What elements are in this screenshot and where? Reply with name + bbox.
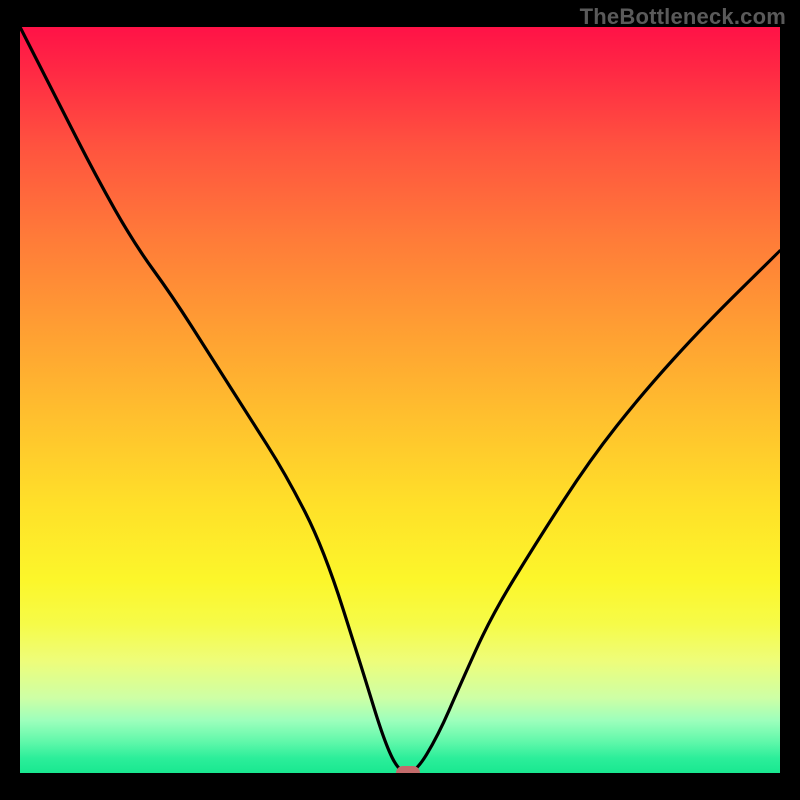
- watermark-text: TheBottleneck.com: [580, 4, 786, 30]
- bottleneck-curve: [20, 27, 780, 773]
- chart-frame: TheBottleneck.com: [0, 0, 800, 800]
- plot-area: [20, 27, 780, 773]
- optimum-marker: [396, 766, 420, 773]
